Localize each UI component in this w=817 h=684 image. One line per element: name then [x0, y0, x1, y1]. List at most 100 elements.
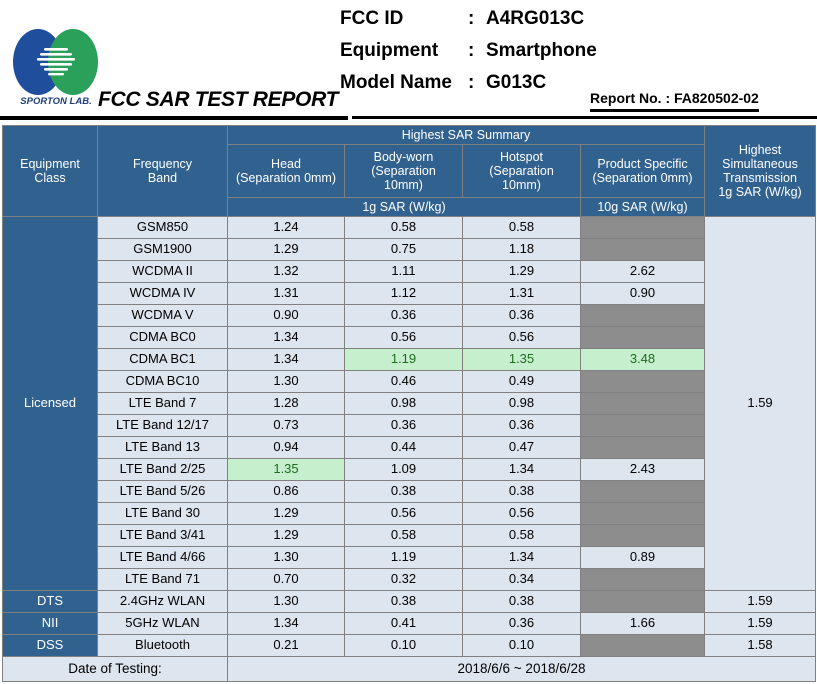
cell-product-specific-sar [579, 238, 706, 261]
cell-product-specific-sar [579, 304, 706, 327]
cell-hotspot-sar: 1.31 [462, 282, 581, 305]
col-header-frequency-band: Frequency Band [97, 125, 228, 217]
cell-head-sar: 1.31 [227, 282, 345, 305]
cell-hotspot-sar: 1.34 [462, 546, 581, 569]
cell-simultaneous-nii: 1.59 [704, 612, 817, 635]
cell-hotspot-sar: 0.36 [462, 612, 581, 635]
table-row: LTE Band 3/41 1.29 0.58 0.58 [3, 524, 816, 547]
cell-head-sar: 1.34 [227, 348, 345, 371]
cell-product-specific-sar [579, 370, 706, 393]
cell-simultaneous-licensed: 1.59 [704, 216, 817, 591]
cell-body-worn-sar: 0.36 [344, 304, 463, 327]
cell-hotspot-sar: 0.56 [462, 502, 581, 525]
equipment-class-line1: Equipment [20, 157, 80, 171]
bodyworn-line2: (Separation [371, 164, 436, 178]
cell-product-specific-sar: 0.90 [579, 282, 706, 305]
col-header-body-worn: Body-worn (Separation 10mm) [344, 144, 463, 198]
cell-hotspot-sar: 0.58 [462, 524, 581, 547]
table-row: LTE Band 30 1.29 0.56 0.56 [3, 502, 816, 525]
cell-frequency-band: CDMA BC10 [97, 370, 228, 393]
cell-body-worn-sar: 0.56 [344, 326, 463, 349]
table-row: DSS Bluetooth 0.21 0.10 0.10 1.58 [2, 634, 817, 657]
cell-head-sar: 1.30 [227, 370, 345, 393]
col-header-hotspot: Hotspot (Separation 10mm) [462, 144, 581, 198]
cell-head-sar: 0.73 [227, 414, 345, 437]
cell-body-worn-sar: 0.38 [344, 480, 463, 503]
table-header-row-1: Equipment Class Frequency Band Highest S… [2, 125, 817, 217]
cell-frequency-band: LTE Band 13 [97, 436, 228, 459]
cell-hotspot-sar: 0.36 [462, 414, 581, 437]
cell-hotspot-sar: 0.58 [462, 216, 581, 239]
cell-body-worn-sar: 0.41 [344, 612, 463, 635]
table-row: WCDMA V 0.90 0.36 0.36 [3, 304, 816, 327]
cell-head-sar: 1.24 [227, 216, 345, 239]
table-row: Licensed GSM850 1.24 0.58 0.58 1.59 [2, 216, 817, 591]
cell-body-worn-sar: 1.11 [344, 260, 463, 283]
cell-frequency-band: GSM1900 [97, 238, 228, 261]
cell-body-worn-sar: 0.38 [344, 590, 463, 613]
cell-product-specific-sar: 2.62 [579, 260, 706, 283]
model-name-value: G013C [486, 72, 547, 93]
unit-header-10g-sar: 10g SAR (W/kg) [579, 197, 706, 217]
cell-hotspot-sar: 0.47 [462, 436, 581, 459]
cell-hotspot-sar: 1.35 [462, 348, 581, 371]
cell-head-sar: 1.29 [227, 524, 345, 547]
head-line2: (Separation 0mm) [235, 171, 337, 185]
cell-head-sar: 1.30 [227, 546, 345, 569]
model-name-colon: : [468, 72, 475, 93]
table-row: DTS 2.4GHz WLAN 1.30 0.38 0.38 1.59 [2, 590, 817, 613]
cell-product-specific-sar [579, 568, 706, 591]
cell-frequency-band: LTE Band 5/26 [97, 480, 228, 503]
date-of-testing-label: Date of Testing: [2, 656, 228, 682]
cell-hotspot-sar: 1.18 [462, 238, 581, 261]
cell-hotspot-sar: 0.34 [462, 568, 581, 591]
sporton-lab-logo: SPORTON LAB. [8, 24, 104, 110]
cell-product-specific-sar [579, 502, 706, 525]
bodyworn-line1: Body-worn [373, 150, 434, 164]
info-row-equipment: Equipment : Smartphone [340, 40, 597, 72]
device-info-block: FCC ID : A4RG013C Equipment : Smartphone… [340, 8, 597, 104]
date-of-testing-value: 2018/6/6 ~ 2018/6/28 [226, 656, 817, 682]
cell-product-specific-sar [579, 524, 706, 547]
frequency-band-line1: Frequency [132, 157, 193, 171]
cell-body-worn-sar: 0.10 [344, 634, 463, 657]
cell-hotspot-sar: 0.56 [462, 326, 581, 349]
cell-frequency-band: LTE Band 71 [97, 568, 228, 591]
cell-body-worn-sar: 0.36 [344, 414, 463, 437]
cell-frequency-band: WCDMA IV [97, 282, 228, 305]
fcc-id-colon: : [468, 8, 475, 29]
cell-hotspot-sar: 0.38 [462, 590, 581, 613]
simultaneous-line2: Simultaneous [722, 157, 798, 171]
cell-body-worn-sar: 1.12 [344, 282, 463, 305]
cell-body-worn-sar: 1.19 [344, 348, 463, 371]
table-row: GSM1900 1.29 0.75 1.18 [3, 238, 816, 261]
cell-head-sar: 1.34 [227, 612, 345, 635]
cell-hotspot-sar: 0.98 [462, 392, 581, 415]
table-footer-row: Date of Testing: 2018/6/6 ~ 2018/6/28 [2, 656, 817, 682]
frequency-band-line2: Band [147, 171, 178, 185]
cell-frequency-band: LTE Band 30 [97, 502, 228, 525]
cell-hotspot-sar: 0.49 [462, 370, 581, 393]
product-specific-line2: (Separation 0mm) [592, 171, 693, 185]
header-rule-left [0, 116, 348, 120]
cell-head-sar: 0.21 [227, 634, 345, 657]
model-name-label: Model Name [340, 72, 452, 93]
cell-head-sar: 1.29 [227, 238, 345, 261]
hotspot-line2: (Separation [489, 164, 554, 178]
report-number: Report No. : FA820502-02 [590, 90, 759, 112]
cell-product-specific-sar [579, 414, 706, 437]
cell-body-worn-sar: 0.44 [344, 436, 463, 459]
report-header: SPORTON LAB. FCC SAR TEST REPORT FCC ID … [0, 0, 817, 120]
table-row: CDMA BC10 1.30 0.46 0.49 [3, 370, 816, 393]
hotspot-line1: Hotspot [499, 150, 544, 164]
cell-frequency-band: 2.4GHz WLAN [97, 590, 228, 613]
cell-product-specific-sar [579, 634, 706, 657]
unit-header-1g-sar: 1g SAR (W/kg) [227, 197, 581, 217]
table-row: LTE Band 5/26 0.86 0.38 0.38 [3, 480, 816, 503]
cell-body-worn-sar: 0.46 [344, 370, 463, 393]
cell-frequency-band: Bluetooth [97, 634, 228, 657]
table-row: NII 5GHz WLAN 1.34 0.41 0.36 1.66 1.59 [2, 612, 817, 635]
cell-body-worn-sar: 0.75 [344, 238, 463, 261]
info-row-model-name: Model Name : G013C [340, 72, 597, 104]
cell-product-specific-sar: 3.48 [579, 348, 706, 371]
